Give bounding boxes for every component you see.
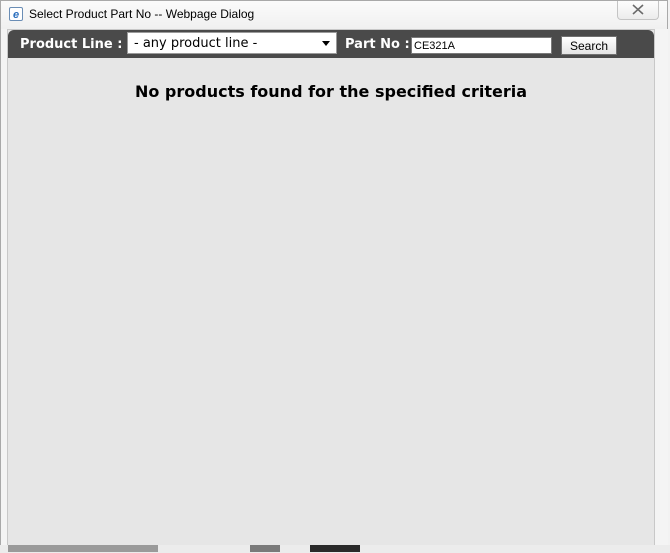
title-bar[interactable]: e Select Product Part No -- Webpage Dial… — [1, 1, 667, 29]
ie-page-icon: e — [9, 7, 23, 21]
product-line-label: Product Line : — [20, 37, 123, 52]
chevron-down-icon[interactable] — [322, 41, 330, 46]
part-no-label: Part No : — [345, 37, 410, 52]
search-toolbar: Product Line : - any product line - Part… — [8, 30, 654, 58]
product-line-selected-value: - any product line - — [134, 36, 258, 51]
no-results-message: No products found for the specified crit… — [134, 82, 528, 101]
part-no-input[interactable] — [411, 37, 552, 54]
dialog-content: Product Line : - any product line - Part… — [7, 29, 655, 547]
product-line-select[interactable]: - any product line - — [127, 32, 337, 54]
dialog-window: e Select Product Part No -- Webpage Dial… — [0, 0, 668, 551]
window-side-panel — [656, 29, 668, 547]
close-icon — [632, 4, 644, 15]
window-title: Select Product Part No -- Webpage Dialog — [29, 7, 255, 21]
search-button[interactable]: Search — [561, 36, 617, 55]
close-button[interactable] — [617, 1, 659, 20]
background-page-strip — [0, 545, 670, 553]
